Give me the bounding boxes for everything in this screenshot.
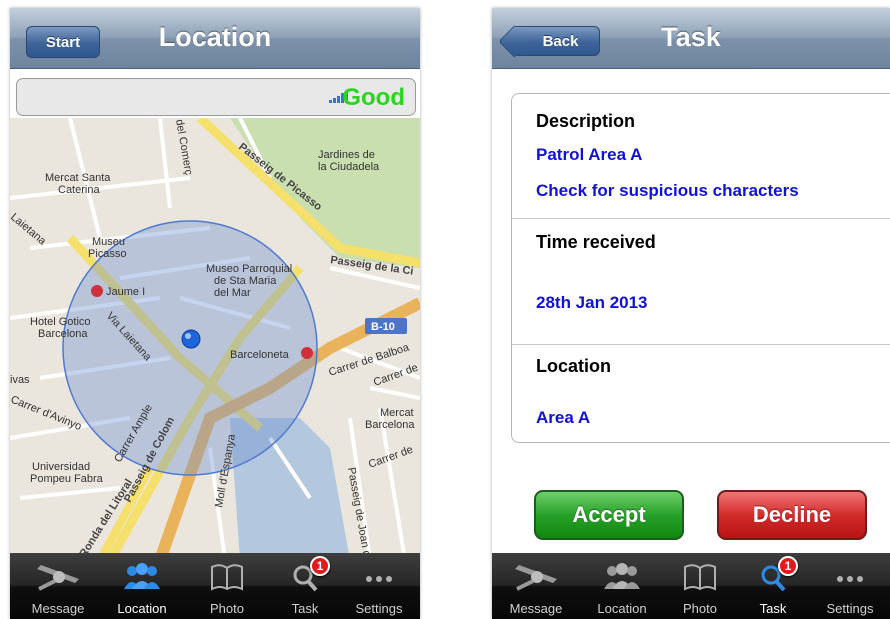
tab-photo-label: Photo: [683, 601, 717, 616]
map-label-carrer-de: Carrer de: [372, 362, 420, 389]
more-dots-icon: [837, 576, 863, 582]
tab-message[interactable]: Message: [494, 553, 578, 619]
map-label-pompeu: Pompeu Fabra: [30, 473, 104, 485]
map-label-picasso: Picasso: [88, 248, 127, 260]
map-label-joan: Passeig de Joan de: [345, 466, 374, 560]
tab-task[interactable]: 1 Task: [736, 553, 810, 619]
book-icon: [211, 564, 243, 591]
people-icon: [604, 563, 640, 589]
navigation-bar: Back Task: [492, 8, 890, 69]
map-label-avinyo: Carrer d'Avinyo: [10, 394, 83, 433]
description-line-1: Patrol Area A: [536, 145, 643, 164]
map-label-museu: Museu: [92, 236, 125, 248]
tab-location-label: Location: [117, 601, 167, 616]
description-label: Description: [536, 111, 636, 131]
tab-settings-label: Settings: [826, 601, 874, 616]
satellite-icon: [515, 565, 557, 591]
tab-task[interactable]: 1 Task: [268, 553, 342, 619]
tab-task-label: Task: [759, 601, 787, 616]
time-received-label: Time received: [536, 232, 656, 252]
map-label-hotel: Hotel Gotico: [30, 316, 91, 328]
satellite-icon: [37, 565, 79, 591]
map-label-hotel-barcelona: Barcelona: [38, 328, 88, 340]
people-icon: [124, 563, 160, 589]
map-label-ivas: ivas: [10, 374, 30, 386]
tab-bar: Message Location Photo 1 Task Settings: [10, 553, 420, 619]
tab-settings-label: Settings: [355, 601, 403, 616]
task-details-card: Description Patrol Area A Check for susp…: [511, 93, 890, 443]
map-label-laietana: Laietana: [10, 211, 49, 248]
map-label-barcelona-r: Barcelona: [365, 419, 415, 431]
tab-message-label: Message: [509, 601, 563, 616]
navigation-bar: Start Location: [10, 8, 420, 69]
map-view[interactable]: Jardines de la Ciudadela Mercat Santa Ca…: [10, 118, 420, 560]
task-screen: Back Task Description Patrol Area A Chec…: [492, 8, 890, 619]
description-line-2: Check for suspicious characters: [536, 181, 799, 200]
back-button[interactable]: Back: [514, 26, 600, 56]
tab-location-label: Location: [597, 601, 647, 616]
map-label-sta-maria: de Sta Maria: [214, 275, 277, 287]
map-label-b10: B-10: [371, 321, 395, 333]
signal-quality-label: Good: [342, 84, 405, 111]
map-label-ciudadela: la Ciudadela: [318, 161, 380, 173]
map-label-mercat-r: Mercat: [380, 407, 414, 419]
map-label-jardines: Jardines de: [318, 149, 375, 161]
description-section: Description Patrol Area A Check for susp…: [512, 94, 890, 219]
signal-status-bar: Good: [16, 78, 416, 116]
tab-photo[interactable]: Photo: [664, 553, 736, 619]
more-dots-icon: [366, 576, 392, 582]
time-received-value: 28th Jan 2013: [536, 293, 648, 312]
accept-button[interactable]: Accept: [534, 490, 684, 540]
map-label-universidad: Universidad: [32, 461, 90, 473]
map-label-mercat: Mercat Santa: [45, 172, 111, 184]
tab-location[interactable]: Location: [582, 553, 662, 619]
map-label-parroquial: Museo Parroquial: [206, 263, 292, 275]
task-badge: 1: [778, 556, 798, 576]
map-label-caterina: Caterina: [58, 184, 100, 196]
decline-button[interactable]: Decline: [717, 490, 867, 540]
map-label-comerc: del Comerç: [173, 118, 195, 176]
tab-task-label: Task: [291, 601, 319, 616]
tab-location[interactable]: Location: [102, 553, 182, 619]
map-label-barceloneta: Barceloneta: [230, 349, 290, 361]
map-label-jaume: Jaume I: [106, 286, 145, 298]
location-section: Location Area A: [512, 345, 890, 442]
location-value: Area A: [536, 408, 591, 427]
tab-message[interactable]: Message: [18, 553, 98, 619]
map-canvas: Jardines de la Ciudadela Mercat Santa Ca…: [10, 118, 420, 560]
tab-settings[interactable]: Settings: [810, 553, 890, 619]
location-label: Location: [536, 356, 611, 376]
book-icon: [684, 564, 716, 591]
tab-photo-label: Photo: [210, 601, 244, 616]
tab-bar: Message Location Photo 1 Task Settings: [492, 553, 890, 619]
page-title: Location: [158, 22, 272, 52]
map-label-del-mar: del Mar: [214, 287, 251, 299]
current-location-marker: [181, 329, 201, 349]
tab-photo[interactable]: Photo: [190, 553, 264, 619]
tab-message-label: Message: [31, 601, 85, 616]
tab-settings[interactable]: Settings: [338, 553, 420, 619]
location-screen: Start Location Good Jardines de la Ciuda…: [10, 8, 420, 619]
task-badge: 1: [310, 556, 330, 576]
time-received-section: Time received 28th Jan 2013: [512, 219, 890, 345]
